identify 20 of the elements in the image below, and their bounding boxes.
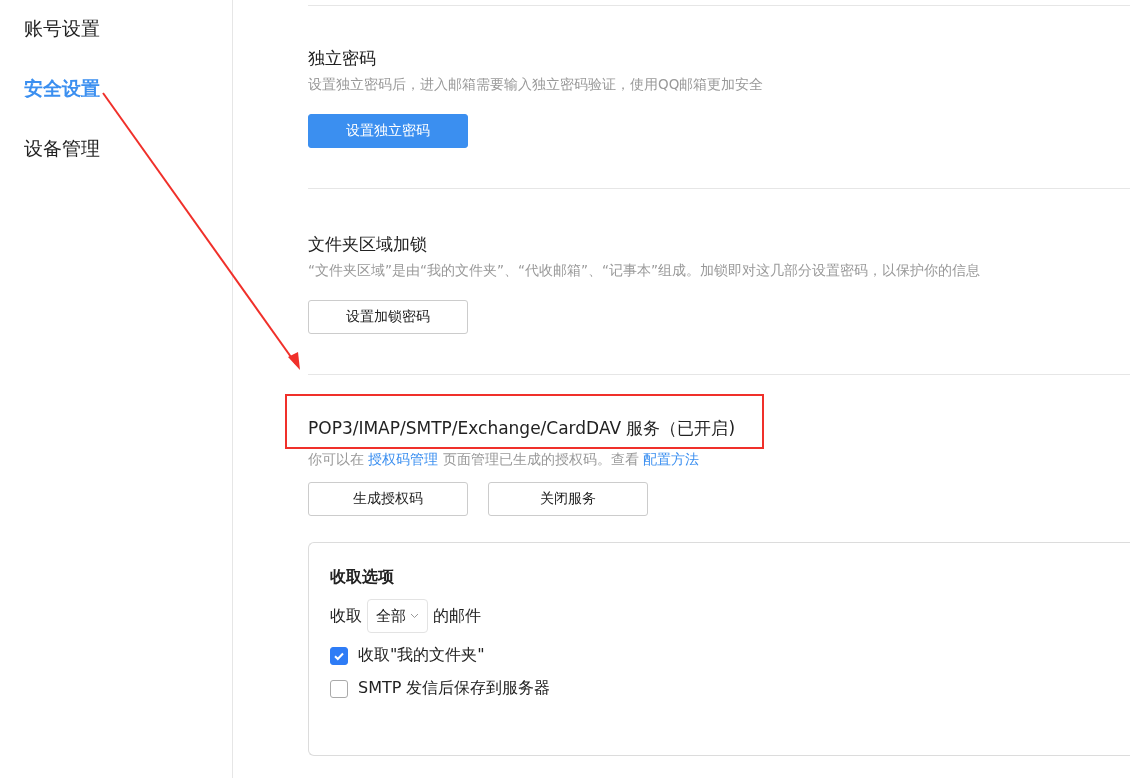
fetch-dropdown[interactable]: 全部 xyxy=(367,599,428,633)
fetch-label: 的邮件 xyxy=(433,605,481,627)
checkbox-label: 收取"我的文件夹" xyxy=(358,645,485,666)
action-button[interactable]: 设置加锁密码 xyxy=(308,300,468,334)
section-description: “文件夹区域”是由“我的文件夹”、“代收邮箱”、“记事本”组成。加锁即对这几部分设置密码，以保护你的信息 xyxy=(308,261,981,280)
section-hint: 你可以在 授权码管理 页面管理已生成的授权码。查看 配置方法 xyxy=(308,450,700,469)
fetch-label: 收取 xyxy=(330,605,362,627)
action-button[interactable]: 生成授权码 xyxy=(308,482,468,516)
action-button[interactable]: 关闭服务 xyxy=(488,482,648,516)
sidebar-item[interactable]: 设备管理 xyxy=(0,134,232,194)
section-title: 文件夹区域加锁 xyxy=(308,233,428,256)
checkbox-label: SMTP 发信后保存到服务器 xyxy=(358,678,551,699)
section-title: POP3/IMAP/SMTP/Exchange/CardDAV 服务（已开启) xyxy=(308,417,737,440)
checkbox[interactable] xyxy=(330,646,348,665)
sidebar-item[interactable]: 账号设置 xyxy=(0,14,232,74)
section-description: 设置独立密码后，进入邮箱需要输入独立密码验证，使用QQ邮箱更加安全 xyxy=(308,75,765,94)
checkbox[interactable] xyxy=(330,679,348,698)
card-title: 收取选项 xyxy=(330,566,395,588)
caret-icon xyxy=(410,613,419,619)
section-title: 独立密码 xyxy=(308,47,377,70)
